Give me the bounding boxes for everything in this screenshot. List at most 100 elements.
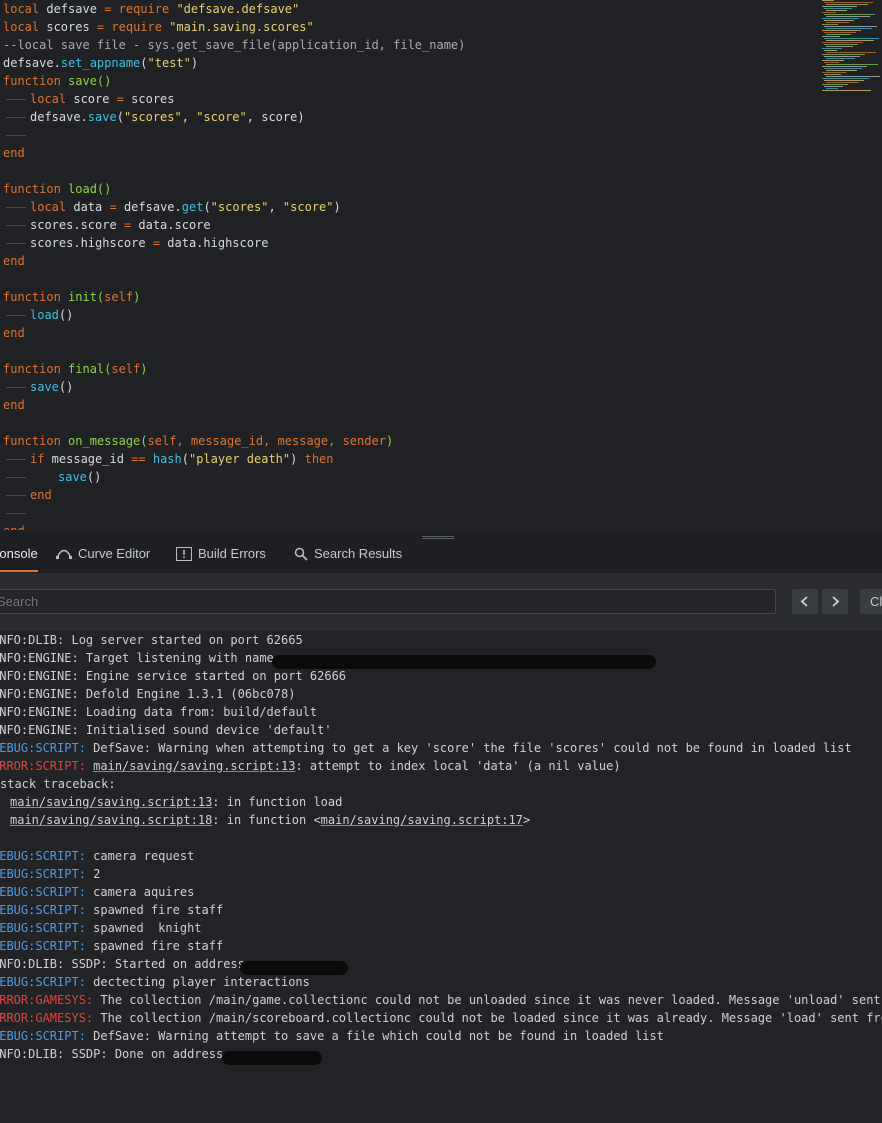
code-line: local scores = require "main.saving.scor…	[3, 18, 314, 36]
console-output[interactable]: INFO:DLIB: Log server started on port 62…	[0, 631, 882, 1123]
console-line: DEBUG:SCRIPT: camera request	[0, 847, 194, 865]
code-text: defsave	[39, 2, 105, 16]
tab-build-errors-label: Build Errors	[198, 546, 266, 561]
code-token: end	[3, 254, 25, 268]
tab-search-results[interactable]: Search Results	[294, 536, 402, 573]
code-text: : attempt to index local 'data' (a nil v…	[295, 759, 621, 773]
minimap-line	[822, 6, 857, 7]
code-token: on_message(	[68, 434, 148, 448]
code-token: =	[152, 236, 161, 250]
minimap-line	[822, 0, 834, 1]
code-text: camera request	[85, 849, 195, 863]
code-editor[interactable]: local defsave = require "defsave.defsave…	[0, 0, 882, 530]
log-level: DEBUG:SCRIPT:	[0, 741, 86, 755]
log-level: INFO:ENGINE:	[0, 687, 79, 701]
minimap-line	[826, 34, 851, 35]
code-token: =	[109, 200, 117, 214]
code-text: Initialised sound device 'default'	[78, 723, 332, 737]
console-line: ERROR:SCRIPT: main/saving/saving.script:…	[0, 757, 621, 775]
source-link[interactable]: main/saving/saving.script:17	[321, 813, 523, 827]
code-text: (	[116, 110, 124, 124]
splitter-grip[interactable]	[422, 536, 454, 537]
minimap-line	[824, 74, 841, 75]
code-text: SSDP: Done on address	[64, 1047, 224, 1061]
code-line: end	[30, 486, 52, 504]
log-level: DEBUG:SCRIPT:	[0, 903, 86, 917]
code-token: "scores"	[210, 200, 269, 214]
minimap-line	[826, 58, 855, 59]
minimap-line	[824, 80, 864, 81]
code-text: DefSave: Warning attempt to save a file …	[85, 1029, 664, 1043]
source-link[interactable]: main/saving/saving.script:18	[10, 813, 212, 827]
tab-console[interactable]: Console	[0, 536, 38, 573]
chevron-right-icon	[832, 596, 840, 607]
console-line: DEBUG:SCRIPT: dectecting player interact…	[0, 973, 310, 991]
code-token: set_appname	[60, 56, 141, 70]
code-line: function save()	[3, 72, 111, 90]
source-link[interactable]: main/saving/saving.script:13	[93, 759, 295, 773]
curve-icon	[56, 549, 72, 559]
tab-curve-editor[interactable]: Curve Editor	[56, 536, 150, 573]
log-level: INFO:DLIB:	[0, 1047, 65, 1061]
code-line: defsave.save("scores", "score", score)	[30, 108, 305, 126]
code-token: function	[3, 74, 61, 88]
code-line: local score = scores	[30, 90, 175, 108]
clear-button-label: Clear	[870, 594, 882, 609]
code-token: function	[3, 362, 61, 376]
log-level: INFO:ENGINE:	[0, 669, 79, 683]
code-text: Target listening with name:	[78, 651, 281, 665]
code-line: function final(self)	[3, 360, 148, 378]
code-token: require	[118, 2, 170, 16]
minimap-line	[822, 90, 871, 91]
code-minimap[interactable]	[818, 0, 882, 100]
tab-build-errors[interactable]: Build Errors	[176, 536, 266, 573]
log-level: DEBUG:SCRIPT:	[0, 939, 86, 953]
code-text: ,	[268, 200, 283, 214]
code-line: function init(self)	[3, 288, 140, 306]
code-token: end	[3, 146, 25, 160]
minimap-line	[824, 2, 873, 3]
minimap-line	[824, 56, 860, 57]
code-token: self	[104, 290, 134, 304]
minimap-line	[822, 54, 865, 55]
code-token: =	[116, 92, 124, 106]
minimap-line	[826, 28, 872, 29]
code-line: --local save file - sys.get_save_file(ap…	[3, 36, 465, 54]
minimap-line	[826, 70, 857, 71]
tab-curve-editor-label: Curve Editor	[78, 546, 151, 561]
code-text: defsave.	[116, 200, 182, 214]
minimap-line	[824, 44, 858, 45]
code-token: get	[181, 200, 204, 214]
code-token: "main.saving.scores"	[169, 20, 314, 34]
clear-button[interactable]: Clear	[860, 589, 882, 614]
previous-match-button[interactable]	[792, 589, 818, 614]
search-icon	[294, 547, 308, 561]
code-token: "scores"	[123, 110, 182, 124]
tab-search-results-label: Search Results	[314, 546, 403, 561]
minimap-line	[826, 4, 868, 5]
code-line: end	[3, 252, 25, 270]
code-text: >	[522, 813, 531, 827]
code-text: stack traceback:	[0, 777, 116, 791]
source-link[interactable]: main/saving/saving.script:13	[10, 795, 212, 809]
log-level: DEBUG:SCRIPT:	[0, 849, 86, 863]
console-search-input[interactable]	[0, 589, 776, 614]
console-line: DEBUG:SCRIPT: spawned fire staff	[0, 901, 223, 919]
minimap-line	[824, 62, 839, 63]
code-token: save	[58, 470, 87, 484]
indent-guide	[6, 477, 26, 478]
next-match-button[interactable]	[822, 589, 848, 614]
minimap-line	[824, 20, 854, 21]
console-line: INFO:ENGINE: Loading data from: build/de…	[0, 703, 317, 721]
code-token: end	[30, 488, 52, 502]
code-line: defsave.set_appname("test")	[3, 54, 198, 72]
minimap-line	[826, 22, 849, 23]
code-text: (	[181, 452, 189, 466]
indent-guide	[6, 99, 26, 100]
minimap-line	[822, 84, 848, 85]
log-level: INFO:ENGINE:	[0, 651, 79, 665]
code-token: self	[111, 362, 141, 376]
code-text: )	[190, 56, 199, 70]
code-text: : in function <	[212, 813, 321, 827]
